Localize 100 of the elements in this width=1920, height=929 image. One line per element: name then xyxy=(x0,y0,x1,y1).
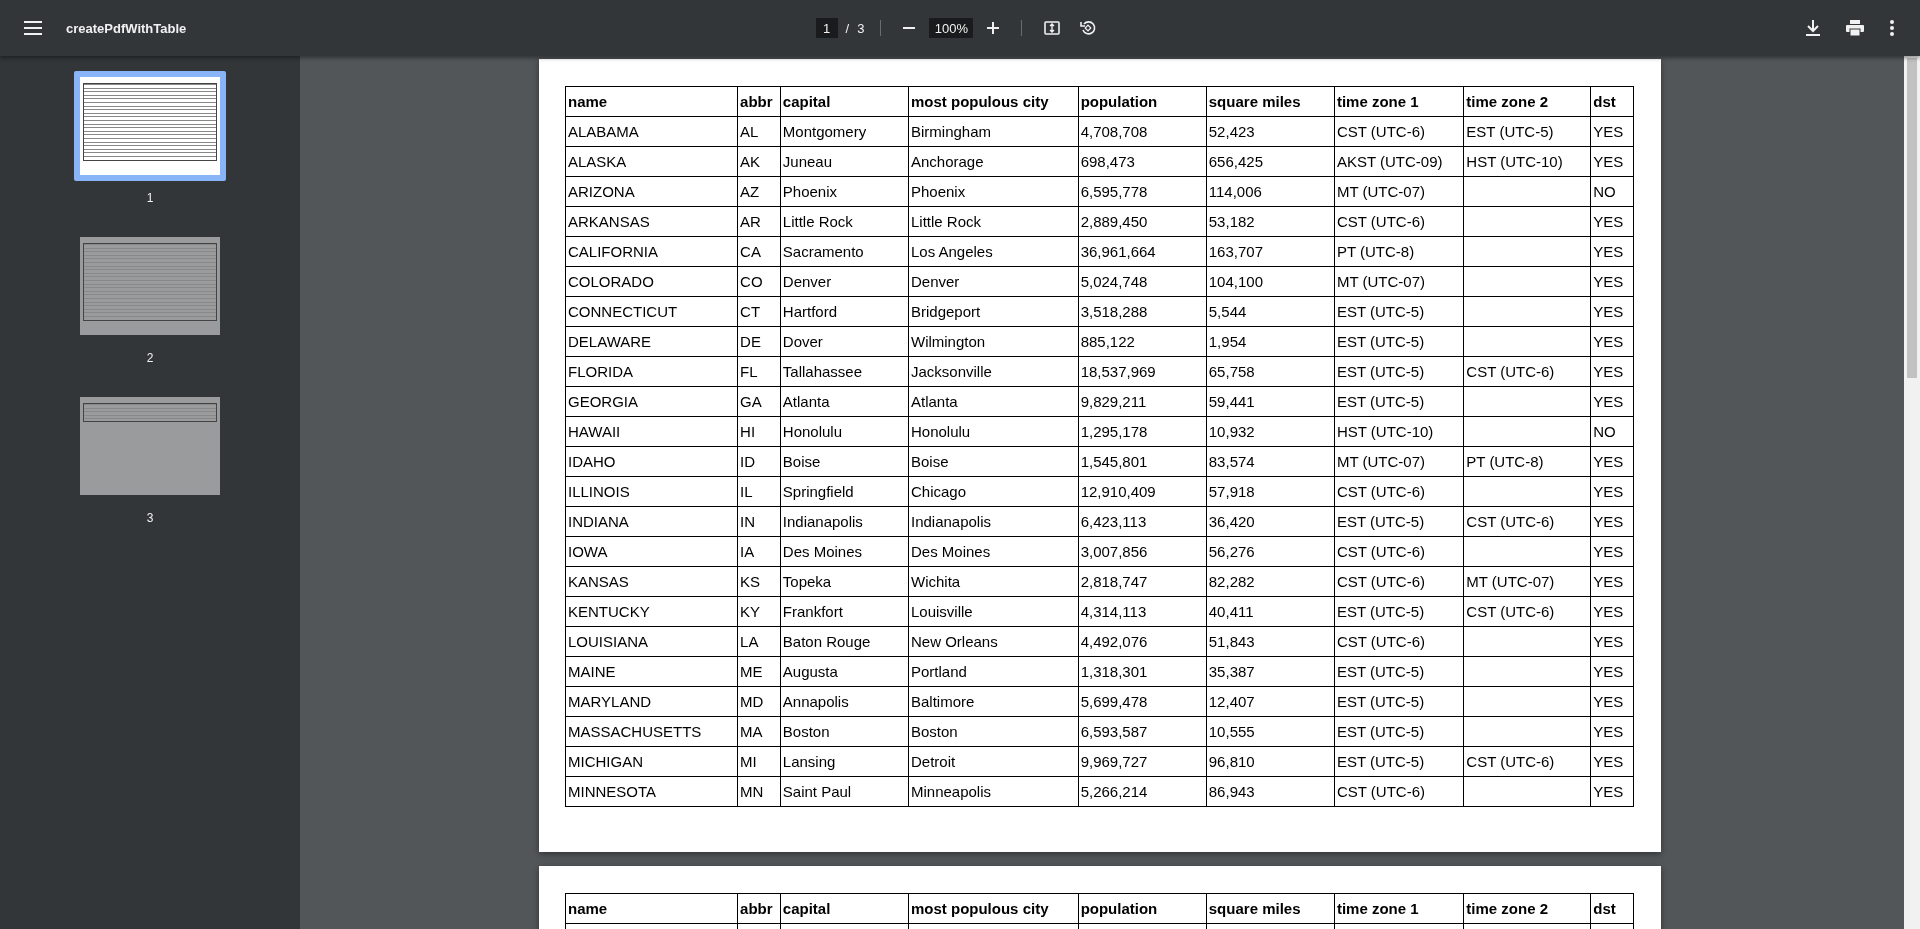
thumbnail-page-number: 2 xyxy=(146,351,154,365)
table-cell: 6,593,587 xyxy=(1078,716,1207,747)
table-cell: CST (UTC-6) xyxy=(1334,476,1464,507)
table-cell: 104,100 xyxy=(1206,266,1335,297)
table-cell: Birmingham xyxy=(908,116,1079,147)
table-cell: YES xyxy=(1590,116,1634,147)
table-cell: Bridgeport xyxy=(908,296,1079,327)
table-cell: YES xyxy=(1590,776,1634,807)
table-cell: YES xyxy=(1590,506,1634,537)
page-thumbnail[interactable] xyxy=(74,71,226,181)
table-cell: Baltimore xyxy=(908,686,1079,717)
thumbnail-page-number: 3 xyxy=(146,511,154,525)
table-cell: Anchorage xyxy=(908,146,1079,177)
table-cell: 4,708,708 xyxy=(1078,116,1207,147)
scrollbar[interactable] xyxy=(1904,56,1920,929)
table-cell: IDAHO xyxy=(565,446,738,477)
table-cell: EST (UTC-5) xyxy=(1334,746,1464,777)
table-cell: MA xyxy=(737,716,781,747)
table-cell: YES xyxy=(1590,236,1634,267)
table-cell: DELAWARE xyxy=(565,326,738,357)
table-cell: EST (UTC-5) xyxy=(1334,506,1464,537)
table-cell: EST (UTC-5) xyxy=(1334,656,1464,687)
table-cell: 6,595,778 xyxy=(1078,176,1207,207)
table-cell: 12,407 xyxy=(1206,686,1335,717)
table-cell: 5,024,748 xyxy=(1078,266,1207,297)
table-cell: YES xyxy=(1590,206,1634,237)
table-cell: 1,545,801 xyxy=(1078,446,1207,477)
table-cell: New Orleans xyxy=(908,626,1079,657)
table-cell: MD xyxy=(737,686,781,717)
table-cell: GEORGIA xyxy=(565,386,738,417)
table-cell: Honolulu xyxy=(908,416,1079,447)
table-cell: 9,829,211 xyxy=(1078,386,1207,417)
table-cell: GA xyxy=(737,386,781,417)
table-cell: AKST (UTC-09) xyxy=(1334,146,1464,177)
table-cell: KY xyxy=(737,596,781,627)
table-cell: Augusta xyxy=(780,656,909,687)
table-cell: Phoenix xyxy=(908,176,1079,207)
table-cell: 5,699,478 xyxy=(1078,686,1207,717)
printer-icon xyxy=(1846,20,1864,36)
table-cell: Denver xyxy=(908,266,1079,297)
column-header: capital xyxy=(780,86,909,117)
table-cell: CST (UTC-6) xyxy=(1334,116,1464,147)
rotate-icon xyxy=(1080,20,1097,36)
table-cell: Honolulu xyxy=(780,416,909,447)
table-cell: KANSAS xyxy=(565,566,738,597)
table-cell: MINNESOTA xyxy=(565,776,738,807)
table-cell: MICHIGAN xyxy=(565,746,738,777)
table-cell: CST (UTC-6) xyxy=(1463,356,1591,387)
table-cell: NO xyxy=(1590,416,1634,447)
more-icon xyxy=(1890,20,1894,36)
table-cell: 36,420 xyxy=(1206,506,1335,537)
column-header: square miles xyxy=(1206,893,1335,924)
table-cell: LOUISIANA xyxy=(565,626,738,657)
table-cell: 82,282 xyxy=(1206,566,1335,597)
table-cell: CST (UTC-6) xyxy=(1463,746,1591,777)
table-cell: NO xyxy=(1590,176,1634,207)
table-cell: Little Rock xyxy=(780,206,909,237)
table-cell: Boston xyxy=(908,716,1079,747)
table-cell: COLORADO xyxy=(565,266,738,297)
table-cell: YES xyxy=(1590,746,1634,777)
table-cell: CT xyxy=(737,296,781,327)
column-header: abbr xyxy=(737,893,781,924)
table-cell: 65,758 xyxy=(1206,356,1335,387)
table-cell: 2,889,450 xyxy=(1078,206,1207,237)
page-number-field[interactable]: 1 xyxy=(815,18,838,38)
table-cell: DE xyxy=(737,326,781,357)
table-cell: CST (UTC-6) xyxy=(1463,596,1591,627)
table-cell: AR xyxy=(737,206,781,237)
table-cell: EST (UTC-5) xyxy=(1334,296,1464,327)
table-cell: Annapolis xyxy=(780,686,909,717)
column-header: abbr xyxy=(737,86,781,117)
table-cell: YES xyxy=(1590,566,1634,597)
table-cell: ARIZONA xyxy=(565,176,738,207)
table-cell: HI xyxy=(737,416,781,447)
table-cell: PT (UTC-8) xyxy=(1334,236,1464,267)
table-cell: YES xyxy=(1590,656,1634,687)
table-cell: Des Moines xyxy=(780,536,909,567)
table-cell: AK xyxy=(737,146,781,177)
table-cell: Wilmington xyxy=(908,326,1079,357)
minus-icon xyxy=(903,27,916,29)
table-cell: YES xyxy=(1590,596,1634,627)
table-cell: EST (UTC-5) xyxy=(1334,716,1464,747)
table-cell: Frankfort xyxy=(780,596,909,627)
table-cell: ARKANSAS xyxy=(565,206,738,237)
column-header: time zone 1 xyxy=(1334,893,1464,924)
table-cell: 35,387 xyxy=(1206,656,1335,687)
table-cell: Indianapolis xyxy=(908,506,1079,537)
table-cell: 12,910,409 xyxy=(1078,476,1207,507)
zoom-field[interactable]: 100% xyxy=(929,18,974,38)
table-cell: 1,954 xyxy=(1206,326,1335,357)
column-header: time zone 2 xyxy=(1463,893,1591,924)
column-header: time zone 2 xyxy=(1463,86,1591,117)
table-cell: Little Rock xyxy=(908,206,1079,237)
table-cell: IN xyxy=(737,506,781,537)
download-icon xyxy=(1806,20,1820,36)
table-cell: 10,932 xyxy=(1206,416,1335,447)
thumbnail-page-number: 1 xyxy=(146,191,154,205)
table-cell: 40,411 xyxy=(1206,596,1335,627)
table-cell: CST (UTC-6) xyxy=(1463,506,1591,537)
table-cell: Indianapolis xyxy=(780,506,909,537)
